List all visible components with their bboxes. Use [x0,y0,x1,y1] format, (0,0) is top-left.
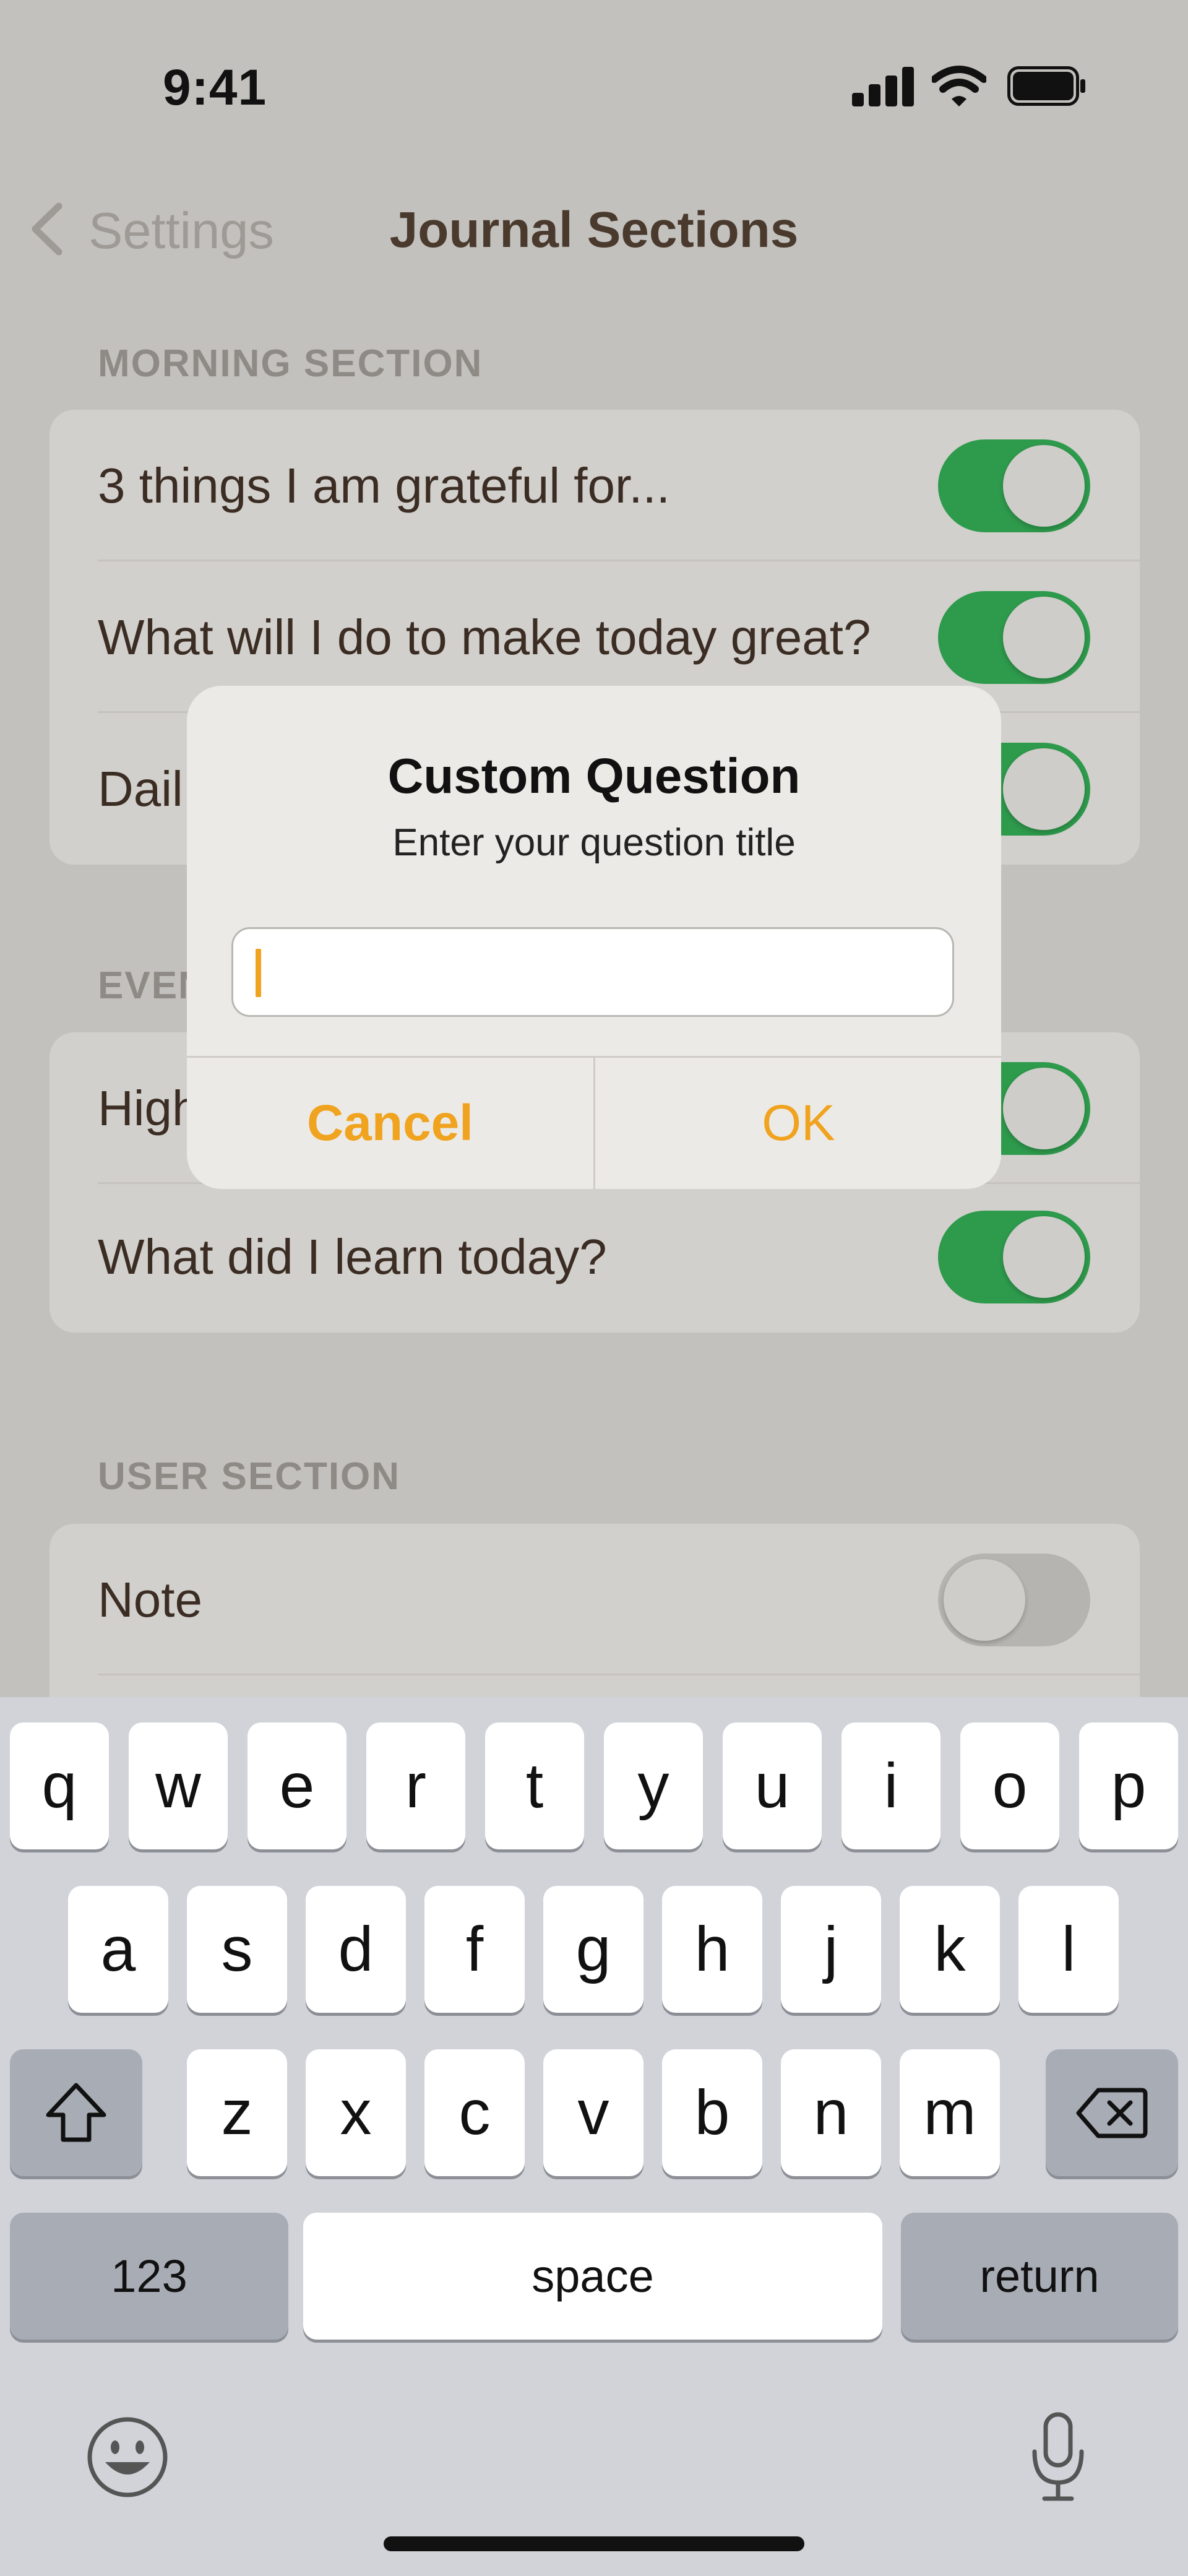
key-l[interactable]: l [1018,1886,1119,2013]
list-item: What did I learn today? [50,1181,1140,1333]
backspace-icon [1076,2088,1148,2138]
row-label: 3 things I am grateful for... [98,457,670,513]
key-q[interactable]: q [10,1722,109,1849]
key-n[interactable]: n [781,2049,881,2176]
key-z[interactable]: z [187,2049,287,2176]
row-label: High [98,1080,200,1136]
key-g[interactable]: g [543,1886,644,2013]
section-header-morning: MORNING SECTION [98,342,483,385]
toggle-knob [1003,596,1085,678]
text-cursor [256,949,261,997]
section-header-user: USER SECTION [98,1455,401,1498]
delete-key[interactable] [1046,2049,1178,2176]
toggle-knob [1003,1067,1085,1149]
key-w[interactable]: w [129,1722,228,1849]
list-item: 3 things I am grateful for... [50,410,1140,561]
key-p[interactable]: p [1079,1722,1178,1849]
key-k[interactable]: k [900,1886,1000,2013]
microphone-icon[interactable] [1027,2411,1089,2504]
shift-key[interactable] [10,2049,142,2176]
home-indicator [384,2536,804,2551]
key-b[interactable]: b [662,2049,762,2176]
toggle-switch[interactable] [938,1210,1090,1303]
key-e[interactable]: e [248,1722,346,1849]
return-key[interactable]: return [901,2213,1178,2340]
toggle-switch[interactable] [938,439,1090,532]
question-title-input[interactable] [231,927,954,1017]
list-item: Note [50,1524,1140,1675]
wifi-icon [932,66,986,106]
shift-arrow-icon [46,2083,106,2142]
key-f[interactable]: f [424,1886,525,2013]
row-separator [98,1674,1140,1675]
key-i[interactable]: i [842,1722,940,1849]
key-v[interactable]: v [543,2049,644,2176]
toggle-knob [1003,748,1085,830]
key-a[interactable]: a [68,1886,168,2013]
key-j[interactable]: j [781,1886,881,2013]
space-key[interactable]: space [303,2213,882,2340]
key-c[interactable]: c [424,2049,525,2176]
toggle-knob [1003,1216,1085,1298]
emoji-icon[interactable] [85,2415,170,2499]
toggle-switch[interactable] [938,590,1090,684]
row-label: What did I learn today? [98,1229,607,1284]
row-label: Dail [98,761,183,816]
custom-question-dialog: Custom Question Enter your question titl… [187,686,1001,1189]
key-y[interactable]: y [604,1722,703,1849]
toggle-knob [944,1558,1025,1641]
numbers-key[interactable]: 123 [10,2213,288,2340]
row-label: Note [98,1571,202,1627]
key-o[interactable]: o [960,1722,1059,1849]
key-m[interactable]: m [900,2049,1000,2176]
key-u[interactable]: u [723,1722,822,1849]
row-label: What will I do to make today great? [98,609,871,665]
key-t[interactable]: t [485,1722,584,1849]
key-h[interactable]: h [662,1886,762,2013]
ok-button[interactable]: OK [595,1058,1001,1189]
key-s[interactable]: s [187,1886,287,2013]
cellular-signal-icon [852,67,914,106]
toggle-switch[interactable] [938,1553,1090,1646]
battery-icon [1007,66,1085,106]
dialog-message: Enter your question title [392,821,796,864]
status-time: 9:41 [163,59,267,116]
key-d[interactable]: d [306,1886,406,2013]
key-x[interactable]: x [306,2049,406,2176]
toggle-knob [1003,444,1085,527]
page-title: Journal Sections [389,202,799,258]
cancel-button[interactable]: Cancel [187,1058,593,1189]
dialog-title: Custom Question [387,748,801,803]
key-r[interactable]: r [366,1722,465,1849]
